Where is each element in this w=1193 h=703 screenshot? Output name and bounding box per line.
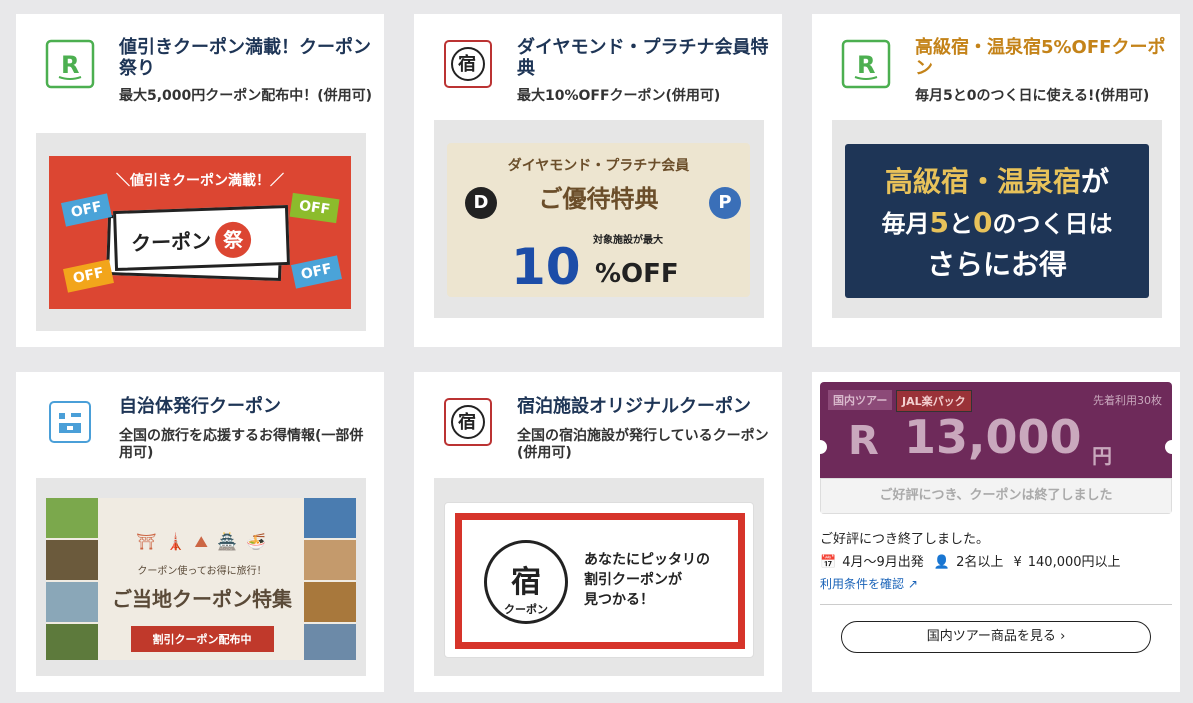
- original-coupon-banner[interactable]: 宿 クーポン あなたにピッタリの 割引クーポンが 見つかる！: [444, 502, 754, 658]
- rakuten-r-icon: R: [45, 39, 95, 89]
- banner-line3: さらにお得: [926, 248, 1067, 281]
- coupon-conditions: 📅 4月〜9月出発 👤 2名以上 ¥140,000円以上: [820, 551, 1127, 570]
- banner-line3: 見つかる！: [584, 592, 654, 608]
- banner-tagline: クーポン使ってお得に旅行！: [137, 566, 267, 577]
- banner-line2c: と: [949, 210, 973, 238]
- banner-line2d: 0: [973, 206, 993, 239]
- landmark-icons: ⛩ 🗼 ⛰ 🏯 🍜: [136, 532, 268, 551]
- banner-container[interactable]: ⛩ 🗼 ⛰ 🏯 🍜 クーポン使ってお得に旅行！ ご当地クーポン特集 割引クーポン…: [36, 478, 366, 676]
- svg-text:R: R: [857, 51, 875, 79]
- luxury-onsen-banner[interactable]: 高級宿・温泉宿が 毎月5と0のつく日は さらにお得: [845, 144, 1149, 298]
- banner-headline: ＼値引きクーポン満載！／: [116, 173, 284, 189]
- coupon-card-luxury-onsen[interactable]: R 高級宿・温泉宿5%OFFクーポン 毎月5と0のつく日に使える!(併用可) 高…: [812, 14, 1180, 347]
- coupon-matsuri-banner[interactable]: ＼値引きクーポン満載！／ クーポン祭 OFF OFF OFF OFF: [49, 156, 351, 309]
- domestic-tour-button[interactable]: 国内ツアー商品を見る ›: [841, 621, 1151, 653]
- yado-kanji: 宿: [511, 565, 541, 600]
- banner-main-text: クーポン: [130, 228, 212, 256]
- card-title[interactable]: ダイヤモンド・プラチナ会員特典: [517, 37, 771, 79]
- banner-line1: あなたにピッタリの: [584, 552, 710, 568]
- matsuri-kanji: 祭: [214, 221, 252, 259]
- banner-main-text: ご当地クーポン特集: [112, 587, 292, 611]
- banner-container[interactable]: 宿 クーポン あなたにピッタリの 割引クーポンが 見つかる！: [434, 478, 764, 676]
- card-subtitle: 全国の宿泊施設が発行しているクーポン(併用可): [517, 428, 769, 461]
- ended-banner-text: ご好評につき、クーポンは終了しました: [820, 478, 1172, 514]
- banner-line2: 割引クーポンが: [584, 572, 682, 588]
- button-label: 国内ツアー商品を見る: [926, 629, 1056, 644]
- coupon-card-diamond-platinum[interactable]: 宿 ダイヤモンド・プラチナ会員特典 最大10%OFFクーポン(併用可) D P …: [414, 14, 782, 347]
- banner-line1a: 高級宿・温泉宿: [884, 165, 1081, 198]
- limit-label: 先着利用30枚: [1093, 394, 1162, 407]
- off-tag: OFF: [289, 192, 340, 224]
- banner-container[interactable]: ＼値引きクーポン満載！／ クーポン祭 OFF OFF OFF OFF: [36, 133, 366, 331]
- card-subtitle: 毎月5と0のつく日に使える!(併用可): [915, 88, 1150, 104]
- banner-main-text: ご優待特典: [538, 185, 659, 213]
- people-text: 2名以上: [956, 555, 1004, 570]
- banner-line2a: 毎月: [881, 210, 930, 238]
- currency-label: 円: [1092, 444, 1112, 468]
- ticket-notch: [1165, 440, 1172, 454]
- banner-headline: ダイヤモンド・プラチナ会員: [507, 158, 690, 174]
- svg-text:宿: 宿: [458, 53, 476, 75]
- ticket-front: クーポン祭: [113, 204, 290, 272]
- banner-percent-suffix: %OFF: [595, 259, 679, 289]
- travel-photo: [46, 624, 98, 660]
- banner-line2e: のつく日は: [992, 210, 1113, 238]
- banner-container[interactable]: D P ダイヤモンド・プラチナ会員 ご優待特典 対象施設が最大 10 %OFF: [434, 120, 764, 318]
- chevron-right-icon: ›: [1060, 629, 1066, 644]
- yado-coupon-icon: 宿: [443, 39, 493, 89]
- price-text: 140,000円以上: [1027, 555, 1121, 570]
- yado-coupon-icon: 宿: [443, 397, 493, 447]
- diamond-platinum-banner[interactable]: D P ダイヤモンド・プラチナ会員 ご優待特典 対象施設が最大 10 %OFF: [447, 143, 750, 297]
- jal-pack-tag: JAL楽パック: [896, 390, 972, 412]
- svg-text:R: R: [61, 51, 79, 79]
- rakuten-r-icon: R: [848, 418, 879, 464]
- divider: [820, 604, 1172, 605]
- external-link-icon: ↗: [907, 577, 918, 591]
- card-title[interactable]: 宿泊施設オリジナルクーポン: [517, 396, 771, 417]
- banner-line1b: が: [1081, 165, 1110, 198]
- banner-button: 割引クーポン配布中: [130, 626, 274, 652]
- coupon-label: クーポン: [504, 603, 548, 616]
- banner-container[interactable]: 高級宿・温泉宿が 毎月5と0のつく日は さらにお得: [832, 120, 1162, 318]
- card-subtitle: 最大10%OFFクーポン(併用可): [517, 88, 721, 104]
- ended-text: ご好評につき終了しました。: [820, 532, 990, 547]
- terms-link-label[interactable]: 利用条件を確認: [820, 577, 904, 591]
- banner-center: ⛩ 🗼 ⛰ 🏯 🍜 クーポン使ってお得に旅行！ ご当地クーポン特集 割引クーポン…: [104, 498, 300, 660]
- coupon-card-matsuri[interactable]: R 値引きクーポン満載！クーポン祭り 最大5,000円クーポン配布中！(併用可)…: [16, 14, 384, 347]
- card-subtitle: 最大5,000円クーポン配布中！(併用可): [119, 88, 373, 104]
- travel-photo: [304, 624, 356, 660]
- off-tag: OFF: [291, 255, 343, 289]
- travel-photo: [304, 498, 356, 538]
- card-title[interactable]: 自治体発行クーポン: [119, 396, 373, 417]
- terms-link[interactable]: 利用条件を確認 ↗: [820, 575, 918, 592]
- coupon-card-original[interactable]: 宿 宿泊施設オリジナルクーポン 全国の宿泊施設が発行しているクーポン(併用可) …: [414, 372, 782, 692]
- off-tag: OFF: [61, 193, 113, 227]
- tour-coupon-card: 国内ツアー JAL楽パック 先着利用30枚 R 13,000 円 ご好評につき、…: [812, 372, 1180, 692]
- domestic-tour-tag: 国内ツアー: [828, 390, 893, 410]
- period-text: 4月〜9月出発: [842, 555, 924, 570]
- travel-photo: [304, 540, 356, 580]
- travel-photo: [304, 582, 356, 622]
- calendar-icon: 📅: [820, 555, 837, 570]
- card-title[interactable]: 値引きクーポン満載！クーポン祭り: [119, 37, 373, 79]
- municipality-icon: [45, 397, 95, 447]
- banner-small-text: 対象施設が最大: [593, 235, 663, 246]
- coupon-card-municipality[interactable]: 自治体発行クーポン 全国の旅行を応援するお得情報(一部併用可) ⛩ 🗼 ⛰ 🏯 …: [16, 372, 384, 692]
- card-subtitle: 全国の旅行を応援するお得情報(一部併用可): [119, 428, 364, 461]
- travel-photo: [46, 540, 98, 580]
- rakuten-r-icon: R: [841, 39, 891, 89]
- off-tag: OFF: [63, 259, 115, 293]
- tour-coupon-banner: 国内ツアー JAL楽パック 先着利用30枚 R 13,000 円 ご好評につき、…: [820, 382, 1172, 514]
- card-title[interactable]: 高級宿・温泉宿5%OFFクーポン: [915, 37, 1169, 79]
- coupon-amount: 13,000: [904, 410, 1082, 464]
- travel-photo: [46, 582, 98, 622]
- banner-line2b: 5: [929, 206, 949, 239]
- yado-coupon-logo: 宿 クーポン: [484, 540, 568, 624]
- yen-icon: ¥: [1013, 555, 1022, 570]
- travel-photo: [46, 498, 98, 538]
- banner-percent-number: 10: [511, 238, 581, 296]
- svg-text:宿: 宿: [458, 411, 476, 433]
- gotouchi-coupon-banner[interactable]: ⛩ 🗼 ⛰ 🏯 🍜 クーポン使ってお得に旅行！ ご当地クーポン特集 割引クーポン…: [46, 498, 356, 660]
- person-icon: 👤: [933, 555, 951, 570]
